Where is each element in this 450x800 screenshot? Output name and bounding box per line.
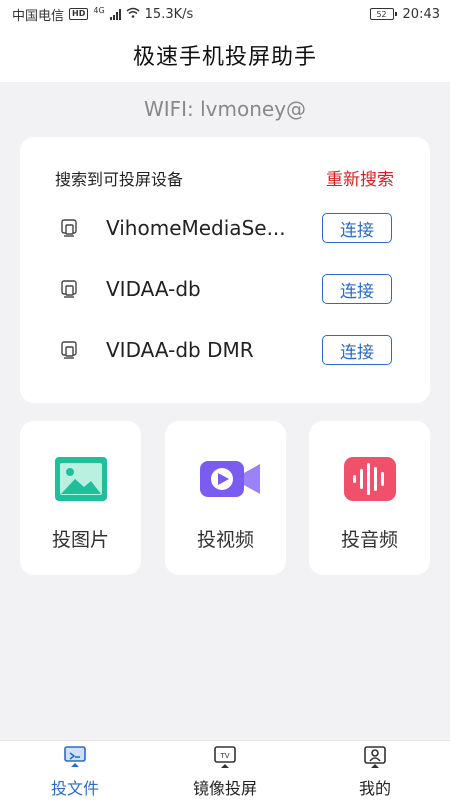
cast-file-icon xyxy=(63,745,87,769)
device-list-header: 搜索到可投屏设备 重新搜索 xyxy=(55,165,394,191)
rescan-button[interactable]: 重新搜索 xyxy=(326,165,394,190)
cast-device-icon xyxy=(58,278,80,300)
image-icon xyxy=(54,457,107,501)
network-speed: 15.3K/s xyxy=(144,6,194,22)
tv-icon: TV xyxy=(213,745,237,769)
app-header: 极速手机投屏助手 xyxy=(0,28,450,82)
connect-button[interactable]: 连接 xyxy=(322,335,392,365)
wifi-name: WIFI: lvmoney@ xyxy=(143,97,307,121)
cast-audio-label: 投音频 xyxy=(340,529,398,551)
device-row: VIDAA-db 连接 xyxy=(58,272,392,306)
network-type: 4G xyxy=(93,5,105,15)
nav-mirror-cast-label: 镜像投屏 xyxy=(192,779,257,798)
audio-wave-icon xyxy=(343,457,396,501)
battery-level: 52 xyxy=(376,9,387,19)
bottom-nav: 投文件 TV 镜像投屏 我的 xyxy=(0,740,450,800)
status-bar: 中国电信 HD 4G 15.3K/s 52 20:43 xyxy=(0,0,450,28)
profile-icon xyxy=(363,745,387,769)
device-name: VihomeMediaSe... xyxy=(106,216,286,240)
cast-video-tile[interactable]: 投视频 xyxy=(165,421,286,575)
cast-image-tile[interactable]: 投图片 xyxy=(20,421,141,575)
cast-device-icon xyxy=(58,339,80,361)
video-camera-icon xyxy=(199,457,260,501)
device-name: VIDAA-db xyxy=(106,277,201,301)
connect-button[interactable]: 连接 xyxy=(322,213,392,243)
svg-text:TV: TV xyxy=(219,752,229,760)
battery-icon: 52 xyxy=(369,8,397,20)
nav-profile[interactable]: 我的 xyxy=(300,741,450,800)
hd-badge: HD xyxy=(69,8,89,20)
device-row: VihomeMediaSe... 连接 xyxy=(58,211,392,245)
status-left: 中国电信 HD 4G 15.3K/s xyxy=(12,5,193,24)
clock: 20:43 xyxy=(402,6,440,22)
signal-icon xyxy=(109,8,121,20)
nav-mirror-cast[interactable]: TV 镜像投屏 xyxy=(150,741,300,800)
app-title: 极速手机投屏助手 xyxy=(132,45,317,70)
cast-audio-tile[interactable]: 投音频 xyxy=(309,421,430,575)
wifi-icon xyxy=(126,7,140,22)
cast-device-icon xyxy=(58,217,80,239)
device-row: VIDAA-db DMR 连接 xyxy=(58,333,392,367)
nav-cast-file-label: 投文件 xyxy=(50,779,99,798)
connect-button[interactable]: 连接 xyxy=(322,274,392,304)
status-right: 52 20:43 xyxy=(369,6,440,22)
device-name: VIDAA-db DMR xyxy=(106,338,254,362)
cast-image-label: 投图片 xyxy=(51,529,109,551)
device-list-card: 搜索到可投屏设备 重新搜索 VihomeMediaSe... 连接 VIDAA-… xyxy=(20,137,430,403)
nav-cast-file[interactable]: 投文件 xyxy=(0,741,150,800)
carrier-name: 中国电信 xyxy=(12,8,65,24)
nav-profile-label: 我的 xyxy=(358,779,391,798)
cast-video-label: 投视频 xyxy=(196,529,254,551)
found-devices-label: 搜索到可投屏设备 xyxy=(55,169,184,189)
